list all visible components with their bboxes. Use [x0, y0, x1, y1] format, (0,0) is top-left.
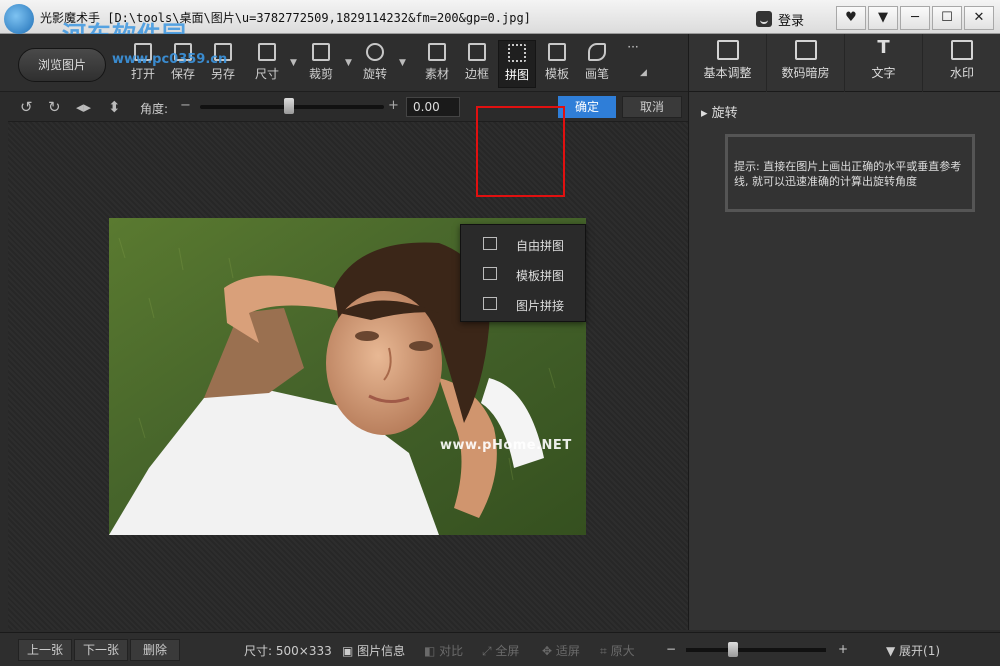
collage-button[interactable]: 拼图 — [498, 40, 536, 88]
photo-watermark: www.pHome.NET — [440, 438, 572, 453]
crop-icon — [312, 43, 330, 61]
maximize-button[interactable]: ☐ — [932, 6, 962, 30]
crop-button[interactable]: 裁剪 — [302, 40, 340, 88]
brush-button[interactable]: 画笔 — [578, 40, 616, 88]
site-watermark-url: www.pc0359.cn — [112, 52, 228, 67]
basic-adjust-tab[interactable]: 基本调整 — [689, 34, 767, 92]
menu-button[interactable]: ▼ — [868, 6, 898, 30]
rotate-toolbar: ↺ ↻ ◂▸ ⬍ 角度: − + 0.00 确定 取消 — [8, 92, 688, 122]
prev-image-button[interactable]: 上一张 — [18, 639, 72, 661]
right-tool-tabs: 基本调整 数码暗房 T 文字 水印 — [688, 34, 1000, 92]
image-size-text: 尺寸: 500×333 — [244, 644, 332, 658]
camera-icon — [794, 40, 817, 60]
digital-darkroom-tab[interactable]: 数码暗房 — [767, 34, 845, 92]
text-t-icon: T — [877, 37, 890, 58]
close-button[interactable]: ✕ — [964, 6, 994, 30]
more-tools-button[interactable]: ··· — [614, 40, 652, 88]
crop-dropdown-caret[interactable]: ▼ — [345, 58, 352, 68]
menu-item-free-collage[interactable]: 自由拼图 — [461, 229, 585, 259]
watermark-tab[interactable]: 水印 — [923, 34, 1000, 92]
zoom-in-button[interactable]: + — [838, 642, 848, 656]
app-logo-icon — [4, 4, 34, 34]
size-button[interactable]: 尺寸 — [248, 40, 286, 88]
image-stitch-icon — [483, 297, 497, 310]
resize-icon — [258, 43, 276, 61]
minimize-button[interactable]: ─ — [900, 6, 930, 30]
menu-item-template-collage[interactable]: 模板拼图 — [461, 259, 585, 289]
rotate-dropdown-caret[interactable]: ▼ — [399, 58, 406, 68]
annotation-highlight-box — [476, 106, 565, 197]
zoom-slider-thumb[interactable] — [728, 642, 738, 657]
cancel-button[interactable]: 取消 — [622, 96, 682, 118]
star-frame-icon — [428, 43, 446, 61]
angle-increase[interactable]: + — [388, 98, 399, 113]
rotate-panel: ▸ 旋转 提示: 直接在图片上画出正确的水平或垂直参考线, 就可以迅速准确的计算… — [688, 92, 1000, 630]
flip-horizontal-icon[interactable]: ◂▸ — [76, 98, 91, 116]
rotate-left-icon[interactable]: ↺ — [20, 98, 33, 116]
angle-decrease[interactable]: − — [180, 98, 191, 113]
free-collage-icon — [483, 237, 497, 250]
delete-button[interactable]: 删除 — [130, 639, 180, 661]
text-tab[interactable]: T 文字 — [845, 34, 923, 92]
fit-screen-button[interactable]: ✥ 适屏 — [542, 642, 580, 659]
edit-pencil-icon — [716, 40, 739, 60]
compare-button[interactable]: ◧ 对比 — [424, 642, 463, 659]
brush-icon — [588, 43, 606, 61]
material-button[interactable]: 素材 — [418, 40, 456, 88]
frame-icon — [468, 43, 486, 61]
status-bar: 上一张 下一张 删除 尺寸: 500×333 ▣ 图片信息 ◧ 对比 ⤢ 全屏 … — [0, 632, 1000, 666]
template-collage-icon — [483, 267, 497, 280]
rotate-right-icon[interactable]: ↻ — [48, 98, 61, 116]
template-button[interactable]: 模板 — [538, 40, 576, 88]
image-canvas[interactable]: www.pHome.NET 自由拼图 模板拼图 图片拼接 — [8, 122, 688, 630]
zoom-out-button[interactable]: − — [666, 642, 676, 656]
angle-input[interactable]: 0.00 — [406, 97, 460, 117]
login-label: 登录 — [778, 13, 805, 29]
confirm-button[interactable]: 确定 — [558, 96, 616, 118]
border-button[interactable]: 边框 — [458, 40, 496, 88]
original-size-button[interactable]: ⌗ 原大 — [600, 642, 635, 659]
size-dropdown-caret[interactable]: ▼ — [290, 58, 297, 68]
fullscreen-button[interactable]: ⤢ 全屏 — [482, 642, 519, 659]
printer-icon — [548, 43, 566, 61]
angle-slider-thumb[interactable] — [284, 98, 294, 114]
next-image-button[interactable]: 下一张 — [74, 639, 128, 661]
grid-icon — [508, 44, 526, 62]
browse-images-button[interactable]: 浏览图片 — [18, 48, 106, 82]
zoom-slider-track[interactable] — [686, 648, 826, 652]
image-info-button[interactable]: ▣ 图片信息 — [342, 642, 405, 659]
menu-item-image-stitch[interactable]: 图片拼接 — [461, 289, 585, 319]
skin-button[interactable]: ♥ — [836, 6, 866, 30]
collage-dropdown-menu: 自由拼图 模板拼图 图片拼接 — [460, 224, 586, 322]
user-face-icon — [756, 11, 772, 27]
tip-box: 提示: 直接在图片上画出正确的水平或垂直参考线, 就可以迅速准确的计算出旋转角度 — [725, 134, 975, 212]
main-toolbar: 浏览图片 打开 保存 另存 尺寸 ▼ 裁剪 ▼ 旋转 ▼ 素材 边框 拼图 模板… — [0, 34, 688, 92]
panel-title: ▸ 旋转 — [701, 106, 738, 121]
rotate-button[interactable]: 旋转 — [356, 40, 394, 88]
expand-filmstrip-button[interactable]: ▼ 展开(1) — [886, 642, 940, 659]
angle-label: 角度: — [140, 102, 169, 116]
login-button[interactable]: 登录 — [756, 8, 804, 30]
add-watermark-icon — [951, 40, 973, 60]
flip-vertical-icon[interactable]: ⬍ — [108, 98, 121, 116]
rotate-icon — [366, 43, 384, 61]
more-tools-caret[interactable]: ◢ — [640, 68, 647, 78]
